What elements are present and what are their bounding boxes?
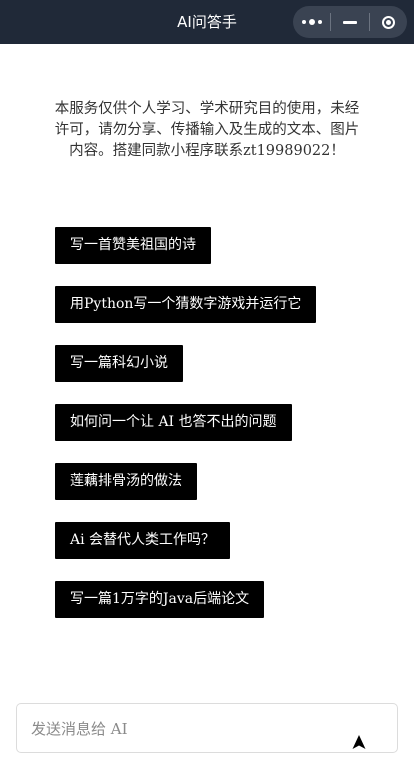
navigation-bar: AI问答手: [0, 0, 414, 44]
suggestion-button[interactable]: Ai 会替代人类工作吗？: [55, 522, 231, 559]
mini-program-capsule: [293, 6, 407, 38]
message-input[interactable]: [29, 704, 353, 754]
app-screen: AI问答手 本服务仅供个人学习、学术研究目的使用，未经许可，请勿分享、传播输入及…: [0, 0, 414, 780]
more-dots-icon: [301, 19, 322, 25]
disclaimer-notice: 本服务仅供个人学习、学术研究目的使用，未经许可，请勿分享、传播输入及生成的文本、…: [54, 101, 360, 159]
message-input-bar: [16, 703, 398, 754]
target-icon: [381, 15, 395, 29]
send-button[interactable]: [351, 734, 367, 750]
close-button[interactable]: [370, 6, 407, 38]
more-button[interactable]: [293, 6, 330, 38]
suggestion-button[interactable]: 莲藕排骨汤的做法: [55, 463, 197, 500]
minimize-icon: [343, 20, 357, 24]
suggestion-button[interactable]: 用Python写一个猜数字游戏并运行它: [55, 286, 317, 323]
suggestion-button[interactable]: 写一篇1万字的Java后端论文: [55, 581, 265, 618]
suggestion-button[interactable]: 写一首赞美祖国的诗: [55, 227, 211, 264]
send-arrow-icon: [352, 735, 366, 749]
suggestion-button[interactable]: 如何问一个让 AI 也答不出的问题: [55, 404, 292, 441]
suggestion-button[interactable]: 写一篇科幻小说: [55, 345, 183, 382]
minimize-button[interactable]: [331, 6, 368, 38]
